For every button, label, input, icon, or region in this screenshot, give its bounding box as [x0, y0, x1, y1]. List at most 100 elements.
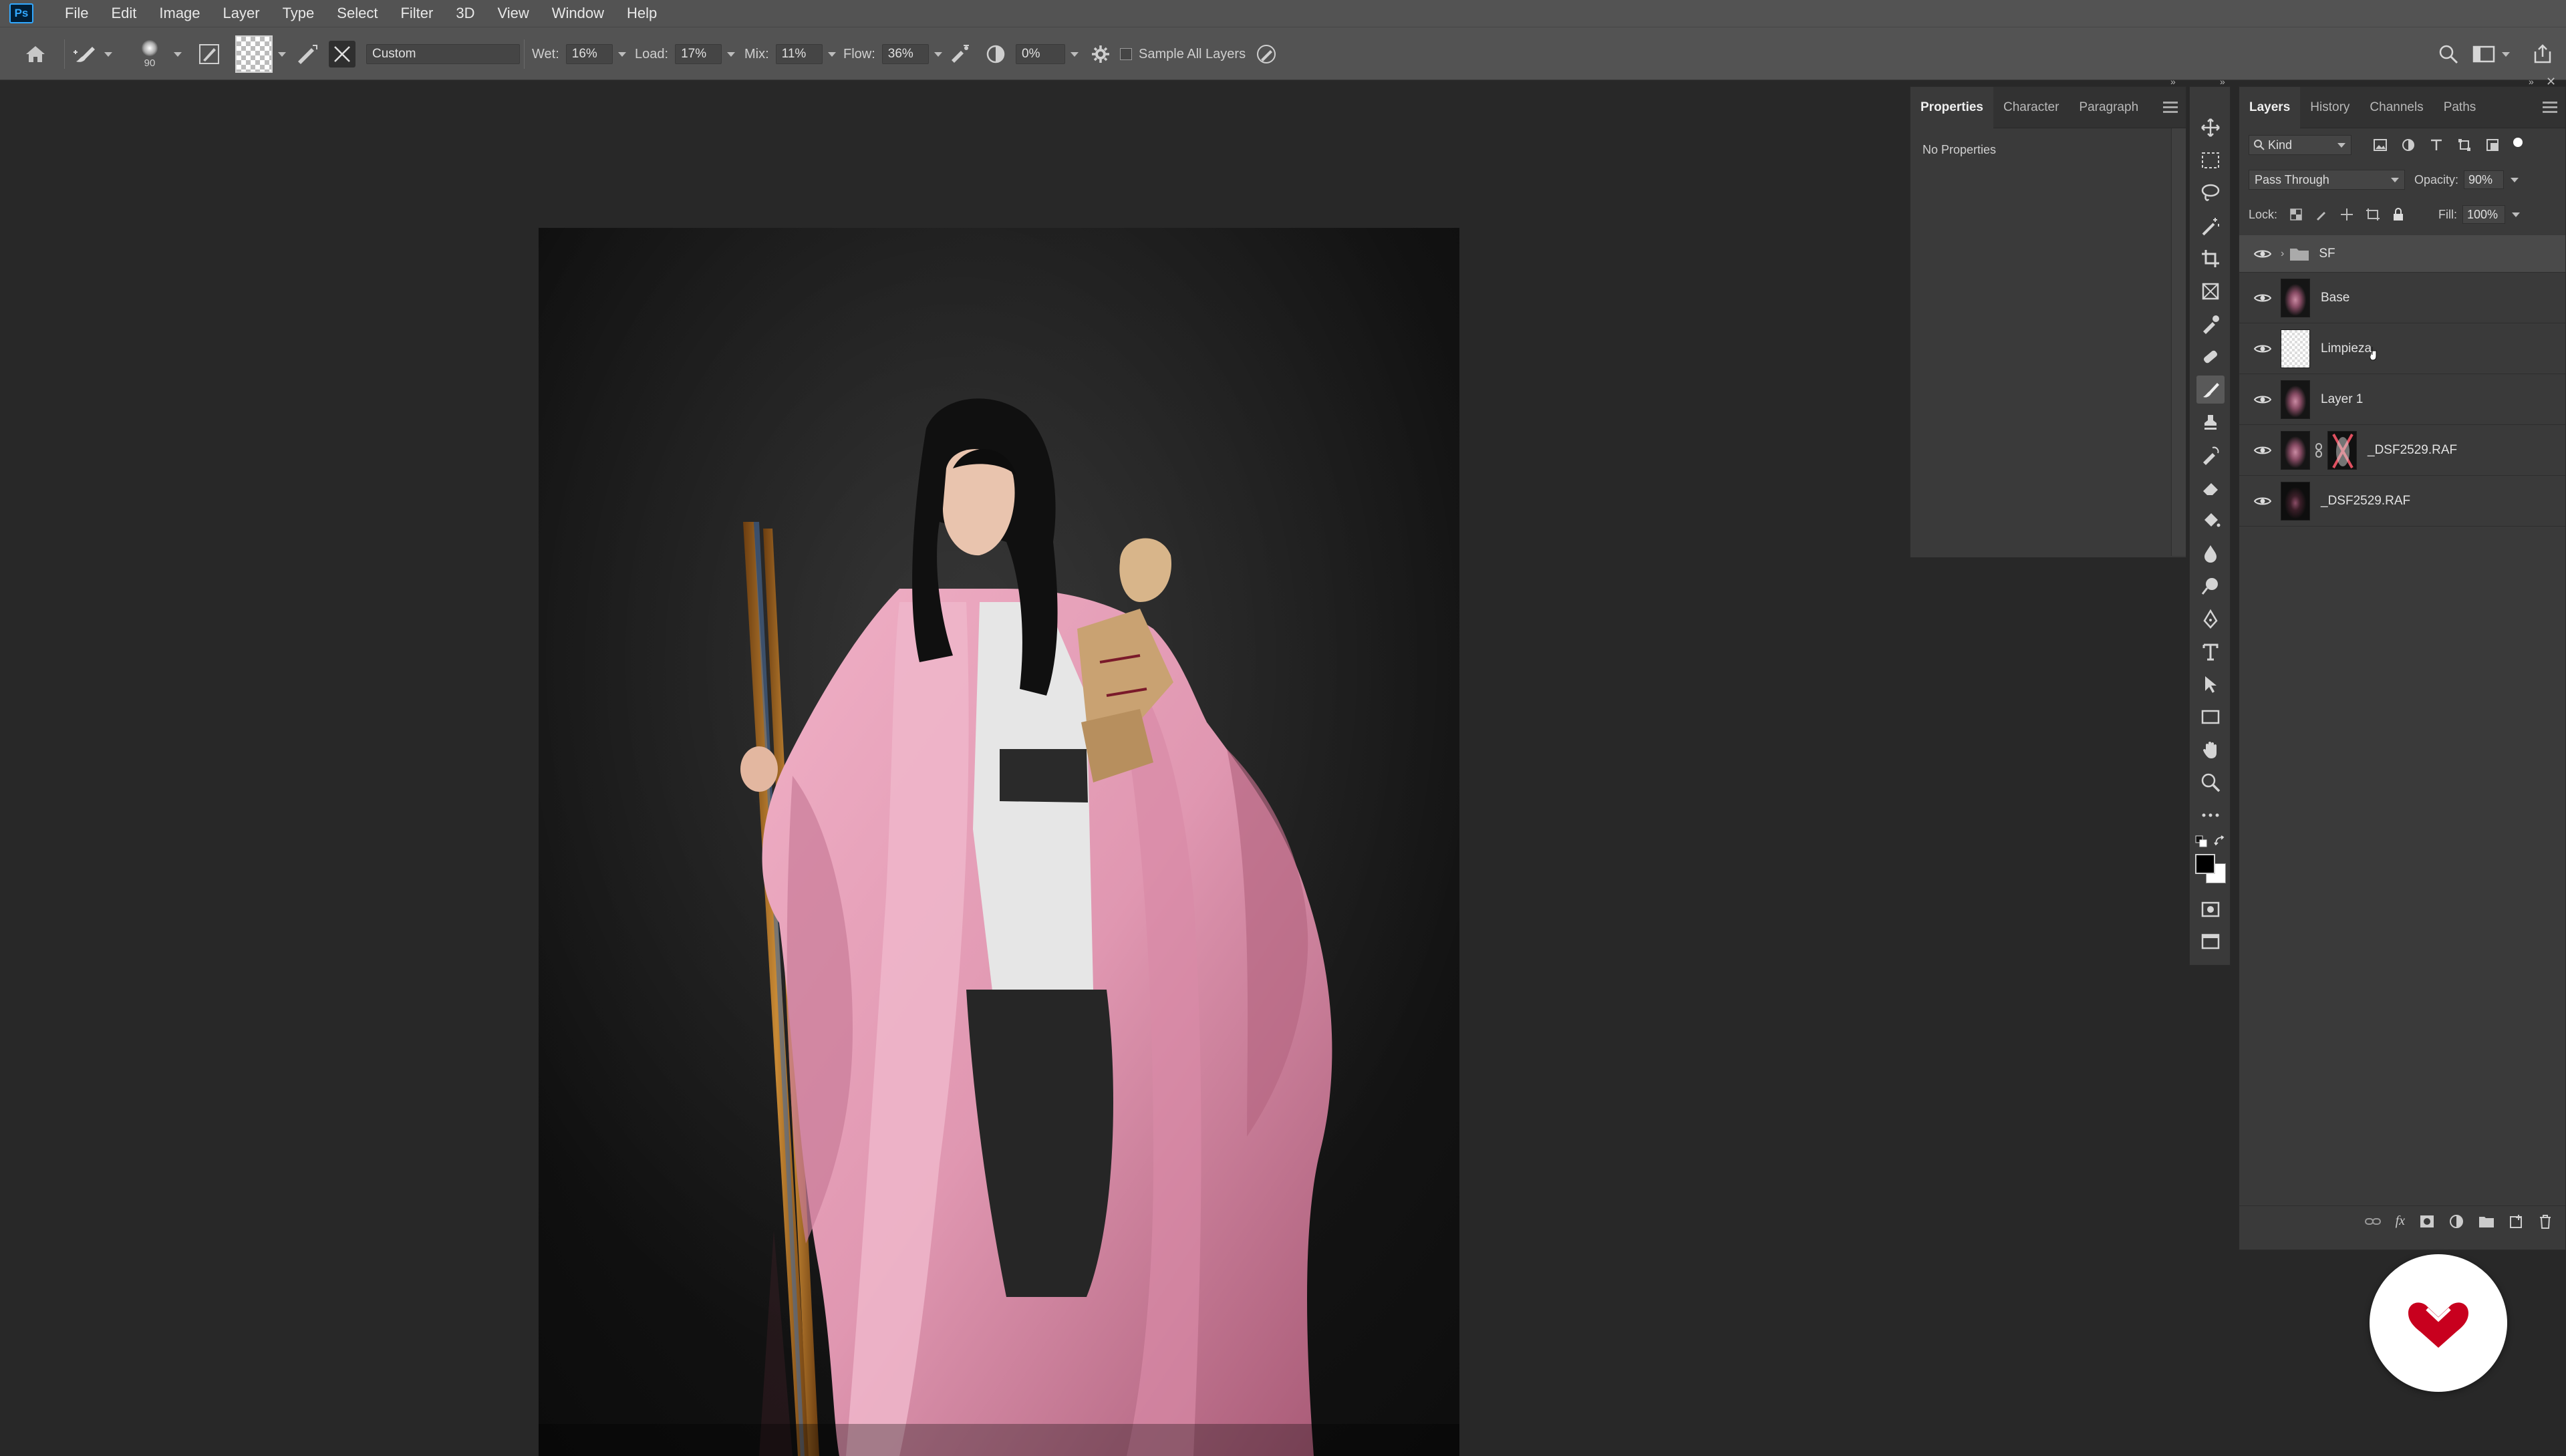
- layer-row-base[interactable]: Base: [2239, 273, 2565, 323]
- brush-size-caret[interactable]: [174, 27, 182, 81]
- tab-paragraph[interactable]: Paragraph: [2069, 87, 2148, 128]
- share-button[interactable]: [2533, 27, 2553, 81]
- lock-pixels-icon[interactable]: [2315, 208, 2328, 221]
- history-brush-tool[interactable]: [2196, 441, 2225, 469]
- tab-channels[interactable]: Channels: [2360, 87, 2433, 128]
- lock-artboard-icon[interactable]: [2366, 208, 2380, 221]
- blur-tool[interactable]: [2196, 539, 2225, 567]
- menu-edit[interactable]: Edit: [100, 0, 148, 27]
- tool-preset-picker[interactable]: [72, 27, 112, 81]
- menu-view[interactable]: View: [486, 0, 540, 27]
- fx-icon[interactable]: fx: [2396, 1213, 2405, 1229]
- move-tool[interactable]: [2196, 114, 2225, 142]
- layer-mask-thumbnail[interactable]: [2327, 430, 2357, 470]
- healing-brush-tool[interactable]: [2196, 343, 2225, 371]
- magic-wand-tool[interactable]: [2196, 212, 2225, 240]
- lasso-tool[interactable]: [2196, 179, 2225, 207]
- new-group-icon[interactable]: [2478, 1215, 2494, 1228]
- layers-panel-menu-icon[interactable]: [2543, 102, 2557, 116]
- paint-bucket-tool[interactable]: [2196, 506, 2225, 535]
- blend-preset-dropdown[interactable]: Custom: [366, 27, 520, 81]
- screen-mode-button[interactable]: [2196, 927, 2225, 956]
- collapse-layers-icon[interactable]: »: [2529, 76, 2534, 87]
- menu-image[interactable]: Image: [148, 0, 211, 27]
- tab-character[interactable]: Character: [1993, 87, 2069, 128]
- new-adjustment-layer-icon[interactable]: [2449, 1214, 2464, 1229]
- checkbox-box[interactable]: [1120, 48, 1132, 60]
- type-tool[interactable]: [2196, 637, 2225, 666]
- link-chain-icon[interactable]: [2314, 442, 2323, 458]
- visibility-eye-icon[interactable]: [2253, 249, 2273, 259]
- collapse-tools-icon[interactable]: »: [2220, 76, 2225, 87]
- fill-control[interactable]: Fill: 100%: [2438, 204, 2520, 225]
- tab-properties[interactable]: Properties: [1910, 86, 1993, 128]
- document-image[interactable]: [539, 228, 1459, 1456]
- load-brush-after-stroke-toggle[interactable]: [295, 27, 319, 81]
- more-tools-button[interactable]: [2196, 801, 2225, 829]
- filter-kind-dropdown[interactable]: Kind: [2249, 135, 2351, 155]
- tab-layers[interactable]: Layers: [2239, 86, 2301, 128]
- airbrush-toggle[interactable]: [949, 27, 972, 81]
- opacity-value[interactable]: 90%: [2464, 170, 2505, 189]
- flow-value[interactable]: 36%: [881, 44, 929, 64]
- menu-file[interactable]: File: [53, 0, 100, 27]
- path-selection-tool[interactable]: [2196, 670, 2225, 698]
- menu-type[interactable]: Type: [271, 0, 326, 27]
- add-mask-icon[interactable]: [2420, 1215, 2434, 1228]
- type-layer-filter-icon[interactable]: [2429, 138, 2444, 152]
- visibility-eye-icon[interactable]: [2253, 343, 2273, 354]
- crop-tool[interactable]: [2196, 245, 2225, 273]
- lock-transparency-icon[interactable]: [2289, 208, 2303, 221]
- dodge-tool[interactable]: [2196, 572, 2225, 600]
- new-layer-icon[interactable]: [2509, 1214, 2524, 1229]
- visibility-eye-icon[interactable]: [2253, 445, 2273, 456]
- link-layers-icon[interactable]: [2364, 1216, 2381, 1227]
- brush-size-picker[interactable]: 90: [142, 27, 158, 81]
- home-button[interactable]: [24, 27, 47, 81]
- wet-value[interactable]: 16%: [565, 44, 613, 64]
- opacity-control[interactable]: Opacity: 90%: [2414, 170, 2519, 190]
- menu-help[interactable]: Help: [615, 0, 668, 27]
- collapse-panels-icon[interactable]: »: [2170, 76, 2176, 87]
- sample-all-layers-checkbox[interactable]: Sample All Layers: [1120, 27, 1246, 81]
- marquee-tool[interactable]: [2196, 146, 2225, 174]
- flow-control[interactable]: Flow: 36%: [843, 27, 942, 81]
- clone-stamp-tool[interactable]: [2196, 408, 2225, 436]
- document-canvas[interactable]: [0, 81, 2188, 1456]
- lock-position-icon[interactable]: [2340, 208, 2354, 221]
- smoothing-value[interactable]: 0%: [1016, 44, 1065, 64]
- blend-mode-dropdown[interactable]: Pass Through: [2249, 170, 2405, 190]
- layer-row-dsf2529-masked[interactable]: _DSF2529.RAF: [2239, 425, 2565, 476]
- default-colors-icon[interactable]: [2195, 835, 2207, 847]
- pixel-layer-filter-icon[interactable]: [2373, 138, 2388, 152]
- panel-menu-icon[interactable]: [2163, 102, 2178, 116]
- eraser-tool[interactable]: [2196, 474, 2225, 502]
- tab-paths[interactable]: Paths: [2434, 87, 2486, 128]
- menu-3d[interactable]: 3D: [444, 0, 486, 27]
- properties-scrollbar[interactable]: [2171, 128, 2186, 556]
- expand-group-chevron-icon[interactable]: ›: [2281, 248, 2284, 260]
- layer-row-layer-1[interactable]: Layer 1: [2239, 374, 2565, 425]
- layer-row-dsf2529[interactable]: _DSF2529.RAF: [2239, 476, 2565, 527]
- fill-value[interactable]: 100%: [2462, 205, 2505, 224]
- smoothing-angle-toggle[interactable]: [985, 27, 1006, 81]
- smart-object-filter-icon[interactable]: [2485, 138, 2500, 152]
- frame-tool[interactable]: [2196, 277, 2225, 305]
- settings-button[interactable]: [1091, 27, 1111, 81]
- menu-layer[interactable]: Layer: [212, 0, 271, 27]
- shape-layer-filter-icon[interactable]: [2457, 138, 2472, 152]
- wet-control[interactable]: Wet: 16%: [532, 27, 626, 81]
- tab-history[interactable]: History: [2300, 87, 2360, 128]
- load-value[interactable]: 17%: [675, 44, 722, 64]
- delete-layer-icon[interactable]: [2539, 1214, 2552, 1229]
- menu-filter[interactable]: Filter: [389, 0, 444, 27]
- brush-tool[interactable]: [2196, 376, 2225, 404]
- hand-tool[interactable]: [2196, 736, 2225, 764]
- rectangle-tool[interactable]: [2196, 703, 2225, 731]
- brush-settings-button[interactable]: [198, 27, 221, 81]
- pen-tool[interactable]: [2196, 605, 2225, 633]
- quick-mask-button[interactable]: [2196, 895, 2225, 923]
- load-control[interactable]: Load: 17%: [635, 27, 736, 81]
- visibility-eye-icon[interactable]: [2253, 293, 2273, 303]
- layer-row-limpieza[interactable]: Limpieza: [2239, 323, 2565, 374]
